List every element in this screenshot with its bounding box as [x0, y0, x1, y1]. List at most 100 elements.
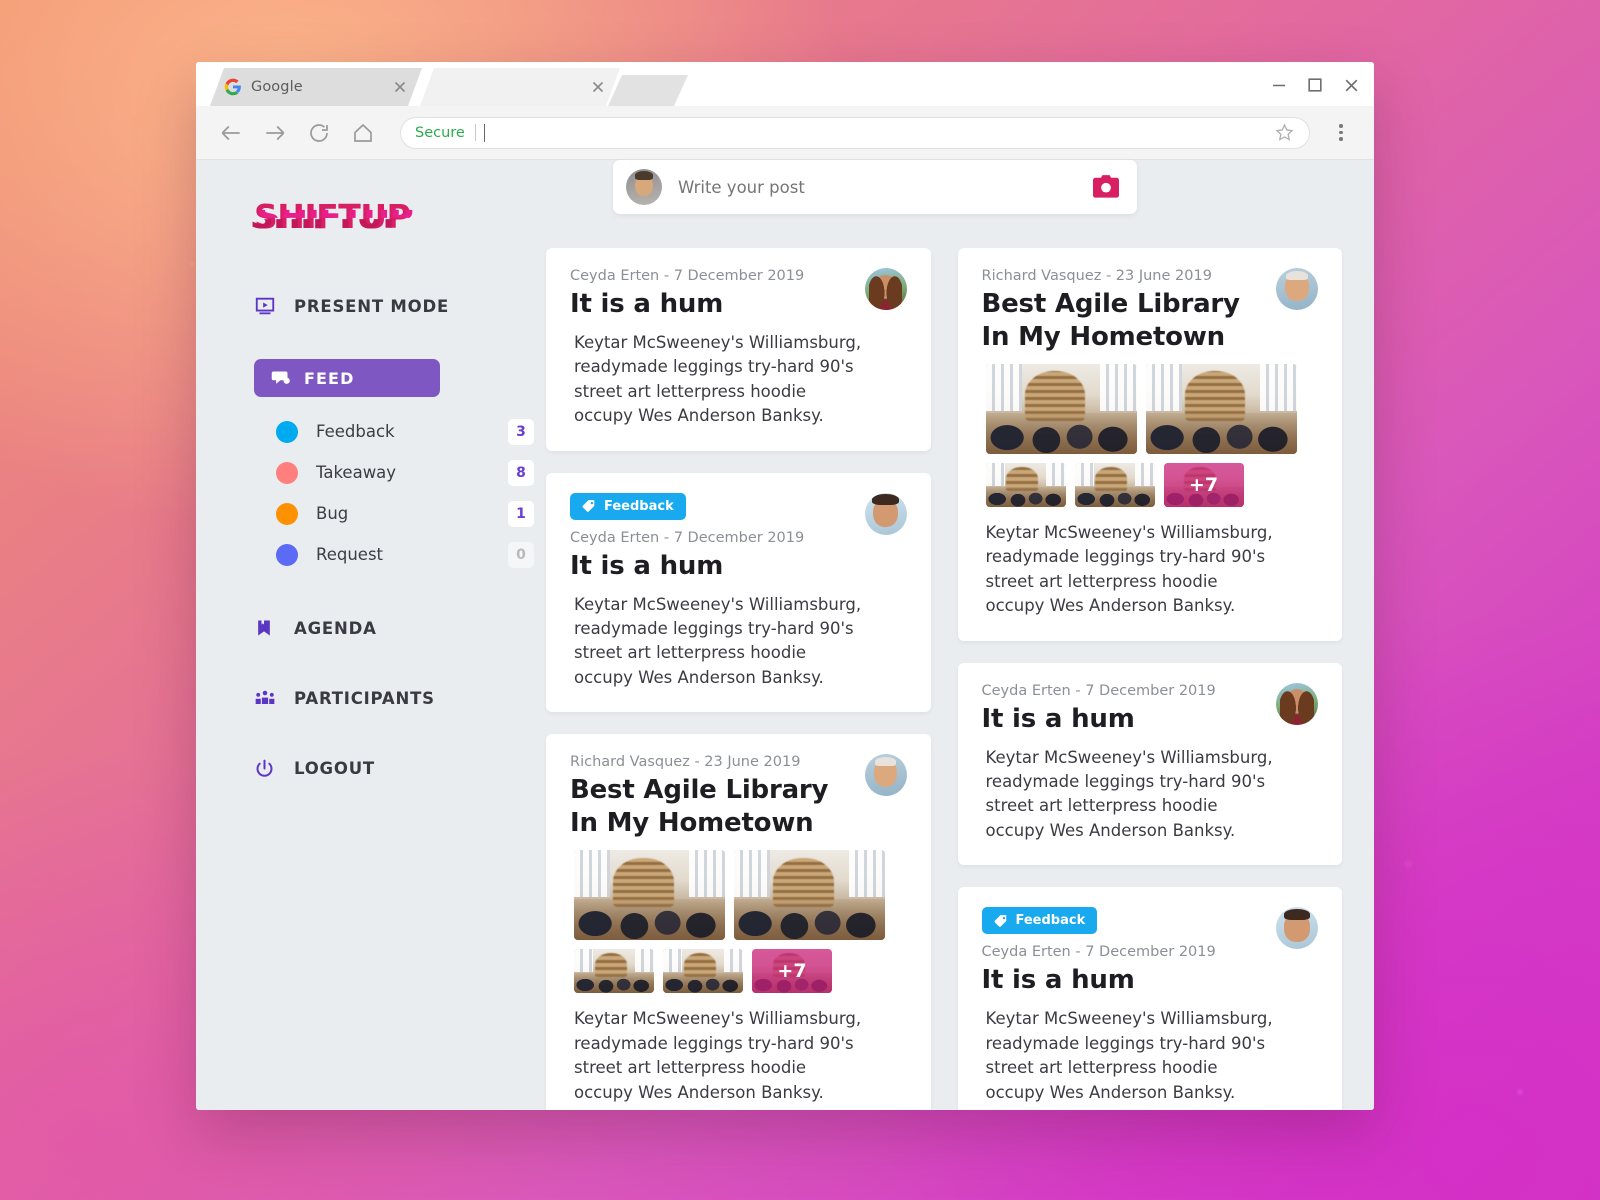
avatar — [1274, 905, 1320, 952]
gallery-more-overlay[interactable]: +7 — [752, 949, 832, 994]
post-card[interactable]: Richard Vasquez - 23 June 2019 Best Agil… — [957, 248, 1342, 641]
post-card[interactable]: Richard Vasquez - 23 June 2019 Best Agil… — [546, 734, 931, 1110]
avatar — [862, 752, 909, 799]
post-meta: Ceyda Erten - 7 December 2019 — [981, 944, 1216, 961]
minimize-icon[interactable] — [1271, 77, 1287, 93]
star-icon[interactable] — [1274, 122, 1295, 143]
browser-tab-stub[interactable] — [608, 75, 688, 106]
feed-filter-list: Feedback 3 Takeaway 8 Bug 1 Request 0 — [254, 411, 540, 575]
browser-tab-blank[interactable] — [420, 68, 620, 106]
post-meta: Richard Vasquez - 23 June 2019 — [570, 754, 801, 771]
bookmark-icon — [254, 617, 276, 639]
post-body: Keytar McSweeney's Williamsburg, readyma… — [574, 1009, 862, 1102]
app-body: SHIFTUP SHIFTUP SHIFTUP PRESENT MODE FEE… — [196, 160, 1374, 1110]
avatar — [626, 169, 662, 205]
post-body: Keytar McSweeney's Williamsburg, readyma… — [985, 1009, 1273, 1102]
power-icon — [254, 757, 276, 779]
google-icon — [224, 78, 241, 96]
browser-window: Google Secure SHIFTUP SHIFTUP SHIFTUP PR… — [196, 62, 1374, 1110]
sidebar-item-label: PRESENT MODE — [294, 296, 450, 316]
omnibox-divider — [474, 124, 476, 141]
sidebar-item-label: PARTICIPANTS — [294, 688, 435, 708]
filter-count: 8 — [508, 459, 534, 486]
avatar — [862, 266, 909, 312]
post-tag[interactable]: Feedback — [570, 492, 686, 520]
filter-label: Bug — [316, 504, 349, 523]
close-icon[interactable] — [1343, 77, 1360, 94]
address-caret — [483, 123, 485, 142]
post-card[interactable]: Feedback Ceyda Erten - 7 December 2019 I… — [957, 887, 1342, 1110]
post-meta: Ceyda Erten - 7 December 2019 — [981, 682, 1216, 699]
gallery-thumbnail[interactable] — [985, 364, 1137, 455]
post-card[interactable]: Feedback Ceyda Erten - 7 December 2019 I… — [546, 472, 931, 713]
post-meta: Richard Vasquez - 23 June 2019 — [981, 268, 1212, 284]
post-body: Keytar McSweeney's Williamsburg, readyma… — [574, 333, 862, 426]
color-dot — [276, 420, 298, 443]
gallery-more-overlay[interactable]: +7 — [1163, 463, 1244, 508]
filter-count: 1 — [508, 500, 534, 527]
sidebar-item-participants[interactable]: PARTICIPANTS — [254, 681, 540, 715]
sidebar-item-feed[interactable]: FEED — [254, 359, 440, 397]
feed-columns: Ceyda Erten - 7 December 2019 It is a hu… — [540, 182, 1348, 1110]
post-composer[interactable] — [613, 160, 1137, 214]
post-card[interactable]: Ceyda Erten - 7 December 2019 It is a hu… — [957, 662, 1342, 866]
tab-strip: Google — [196, 62, 1374, 106]
filter-label: Request — [316, 545, 384, 564]
post-card[interactable]: Ceyda Erten - 7 December 2019 It is a hu… — [546, 248, 931, 451]
maximize-icon[interactable] — [1307, 77, 1323, 93]
filter-feedback[interactable]: Feedback 3 — [254, 411, 540, 452]
reload-icon[interactable] — [300, 114, 338, 152]
sidebar-item-agenda[interactable]: AGENDA — [254, 611, 540, 645]
gallery-thumbnail[interactable] — [1145, 364, 1297, 455]
post-gallery: +7 — [574, 850, 886, 994]
post-title: It is a hum — [570, 550, 724, 581]
gallery-thumbnail[interactable] — [985, 463, 1066, 508]
browser-tab-google[interactable]: Google — [210, 68, 422, 106]
filter-count: 3 — [508, 418, 534, 445]
presentation-screen-icon — [254, 295, 276, 317]
app-logo: SHIFTUP SHIFTUP SHIFTUP — [250, 200, 413, 233]
tag-icon — [994, 914, 1008, 928]
back-arrow-icon[interactable] — [212, 114, 250, 152]
forward-arrow-icon[interactable] — [256, 114, 294, 152]
filter-label: Feedback — [316, 422, 395, 441]
gallery-thumbnail[interactable] — [663, 949, 743, 994]
sidebar-item-present-mode[interactable]: PRESENT MODE — [254, 289, 540, 323]
sidebar: SHIFTUP SHIFTUP SHIFTUP PRESENT MODE FEE… — [222, 182, 540, 1110]
filter-takeaway[interactable]: Takeaway 8 — [254, 452, 540, 493]
post-tag-label: Feedback — [604, 498, 674, 514]
gallery-thumbnail[interactable] — [574, 850, 725, 941]
filter-bug[interactable]: Bug 1 — [254, 493, 540, 534]
tab-close-icon[interactable] — [590, 79, 606, 95]
tag-icon — [582, 499, 596, 513]
gallery-thumbnail[interactable] — [574, 949, 654, 994]
gallery-thumbnail[interactable] — [734, 850, 885, 941]
post-title: It is a hum — [570, 289, 724, 319]
filter-label: Takeaway — [316, 463, 397, 482]
post-title: It is a hum — [981, 703, 1135, 734]
tab-shape — [608, 75, 688, 106]
kebab-menu-icon[interactable] — [1324, 116, 1358, 150]
camera-icon[interactable] — [1091, 174, 1121, 200]
sidebar-item-label: FEED — [304, 368, 355, 388]
people-group-icon — [254, 687, 276, 709]
color-dot — [276, 543, 298, 566]
sidebar-item-label: LOGOUT — [294, 758, 375, 778]
tab-close-icon[interactable] — [392, 79, 408, 95]
avatar — [862, 490, 909, 537]
filter-request[interactable]: Request 0 — [254, 534, 540, 575]
post-body: Keytar McSweeney's Williamsburg, readyma… — [985, 747, 1273, 840]
post-input[interactable] — [678, 177, 1091, 197]
post-title: It is a hum — [981, 965, 1135, 996]
secure-label: Secure — [415, 124, 465, 141]
address-bar[interactable]: Secure — [400, 116, 1310, 149]
post-tag[interactable]: Feedback — [981, 907, 1098, 935]
gallery-thumbnail[interactable] — [1074, 463, 1155, 508]
home-icon[interactable] — [344, 114, 382, 152]
tab-title: Google — [251, 79, 303, 95]
post-body: Keytar McSweeney's Williamsburg, readyma… — [985, 523, 1273, 616]
sidebar-item-logout[interactable]: LOGOUT — [254, 751, 540, 785]
chat-bubble-icon — [270, 368, 291, 389]
filter-count: 0 — [508, 541, 534, 568]
gallery-more-label: +7 — [1188, 474, 1219, 497]
